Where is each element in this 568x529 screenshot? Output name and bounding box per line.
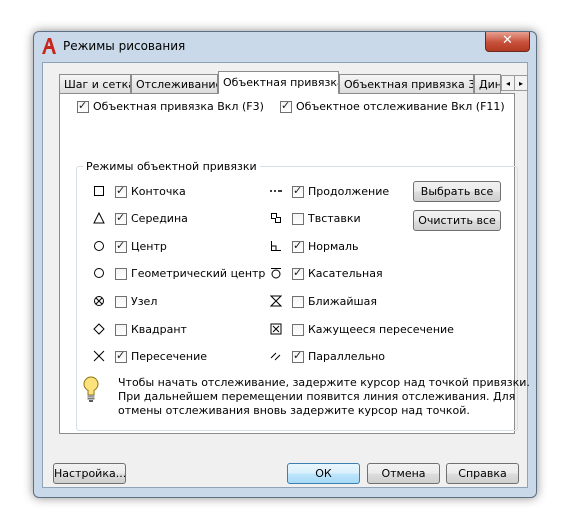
node-icon (94, 296, 104, 306)
autocad-logo-icon (42, 38, 56, 54)
perpendicular-checkbox[interactable]: ✓ (292, 239, 304, 253)
perpendicular-label: Нормаль (308, 240, 359, 253)
insertion-checkbox[interactable] (292, 213, 304, 225)
tip-line: При дальнейшем перемещении появится лини… (118, 390, 516, 403)
checkmark-icon: ✓ (116, 239, 126, 252)
quadrant-label: Квадрант (131, 323, 187, 336)
ok-button[interactable]: ОК (287, 463, 360, 484)
tangent-label: Касательная (308, 267, 383, 280)
tab-scroll-right-button[interactable]: ▸ (514, 75, 528, 91)
apparent-intersection-icon (270, 323, 282, 335)
center-label: Центр (131, 240, 167, 253)
quadrant-checkbox[interactable] (115, 324, 127, 336)
endpoint-square-icon (94, 186, 104, 196)
geometric-center-icon (94, 268, 104, 278)
checkmark-icon: ✓ (116, 184, 126, 197)
nearest-checkbox[interactable] (292, 296, 304, 308)
center-circle-icon (94, 241, 104, 251)
select-all-button[interactable]: Выбрать все (413, 181, 501, 202)
geometric-center-checkbox[interactable] (115, 268, 127, 280)
drafting-settings-dialog: Режимы рисования ✕ Шаг и сетка Отслежива… (33, 31, 537, 498)
tip-line: Чтобы начать отслеживание, задержите кур… (118, 376, 530, 389)
tab-dynamic-input[interactable]: Дин (474, 74, 501, 93)
object-snap-panel: ✓ Объектная привязка Вкл (F3) ✓ Объектно… (59, 93, 530, 434)
help-button[interactable]: Справка (446, 463, 519, 484)
perpendicular-icon (271, 241, 281, 251)
tip-line: отмены отслеживания вновь задержите курс… (118, 404, 470, 417)
nearest-label: Ближайшая (308, 295, 377, 308)
endpoint-checkbox[interactable]: ✓ (115, 184, 127, 198)
checkmark-icon: ✓ (78, 99, 88, 112)
parallel-checkbox[interactable]: ✓ (292, 349, 304, 363)
osnap-on-label: Объектная привязка Вкл (F3) (93, 100, 264, 113)
insertion-label: Твставки (308, 212, 361, 225)
extension-checkbox[interactable]: ✓ (292, 184, 304, 198)
node-checkbox[interactable] (115, 296, 127, 308)
checkmark-icon: ✓ (116, 211, 126, 224)
otrack-on-checkbox[interactable]: ✓ (280, 99, 292, 113)
node-label: Узел (131, 295, 158, 308)
tab-3d-object-snap[interactable]: Объектная привязка 3D (339, 74, 474, 93)
cancel-button[interactable]: Отмена (367, 463, 440, 484)
lightbulb-icon (83, 376, 99, 402)
checkmark-icon: ✓ (293, 349, 303, 362)
midpoint-label: Середина (131, 212, 188, 225)
parallel-icon (270, 352, 281, 361)
otrack-on-label: Объектное отслеживание Вкл (F11) (296, 100, 505, 113)
osnap-on-checkbox[interactable]: ✓ (77, 99, 89, 113)
nearest-icon (270, 295, 282, 307)
parallel-label: Параллельно (308, 350, 385, 363)
intersection-label: Пересечение (131, 350, 207, 363)
tab-polar-tracking[interactable]: Отслеживание (131, 74, 218, 93)
checkmark-icon: ✓ (116, 349, 126, 362)
geometric-center-label: Геометрический центр (131, 267, 266, 280)
close-button[interactable]: ✕ (485, 32, 530, 52)
tab-scroll-left-button[interactable]: ◂ (501, 75, 515, 91)
checkmark-icon: ✓ (293, 184, 303, 197)
tangent-checkbox[interactable]: ✓ (292, 266, 304, 280)
checkmark-icon: ✓ (281, 99, 291, 112)
tangent-icon (271, 268, 281, 279)
intersection-checkbox[interactable]: ✓ (115, 349, 127, 363)
tracking-tip: Чтобы начать отслеживание, задержите кур… (118, 376, 530, 418)
apparent-intersection-checkbox[interactable] (292, 324, 304, 336)
extension-label: Продолжение (308, 185, 390, 198)
close-icon: ✕ (502, 33, 513, 48)
window-title: Режимы рисования (63, 39, 186, 53)
checkmark-icon: ✓ (293, 239, 303, 252)
midpoint-checkbox[interactable]: ✓ (115, 211, 127, 225)
checkmark-icon: ✓ (293, 266, 303, 279)
insertion-icon (271, 213, 281, 223)
endpoint-label: Конточка (131, 185, 186, 198)
tab-object-snap[interactable]: Объектная привязка (218, 71, 339, 94)
dialog-body: Шаг и сетка Отслеживание Объектная привя… (42, 62, 530, 488)
title-bar[interactable]: Режимы рисования ✕ (34, 32, 536, 60)
settings-button[interactable]: Настройка... (53, 463, 126, 484)
apparent-intersection-label: Кажущееся пересечение (308, 323, 454, 336)
intersection-x-icon (93, 350, 105, 362)
extension-icon (270, 190, 282, 192)
snap-modes-group-title: Режимы объектной привязки (83, 160, 260, 173)
arrow-right-icon: ▸ (518, 79, 523, 88)
arrow-left-icon: ◂ (505, 79, 510, 88)
tab-snap-and-grid[interactable]: Шаг и сетка (59, 74, 131, 93)
clear-all-button[interactable]: Очистить все (413, 210, 501, 231)
midpoint-triangle-icon (93, 212, 105, 224)
center-checkbox[interactable]: ✓ (115, 239, 127, 253)
quadrant-diamond-icon (93, 323, 105, 335)
